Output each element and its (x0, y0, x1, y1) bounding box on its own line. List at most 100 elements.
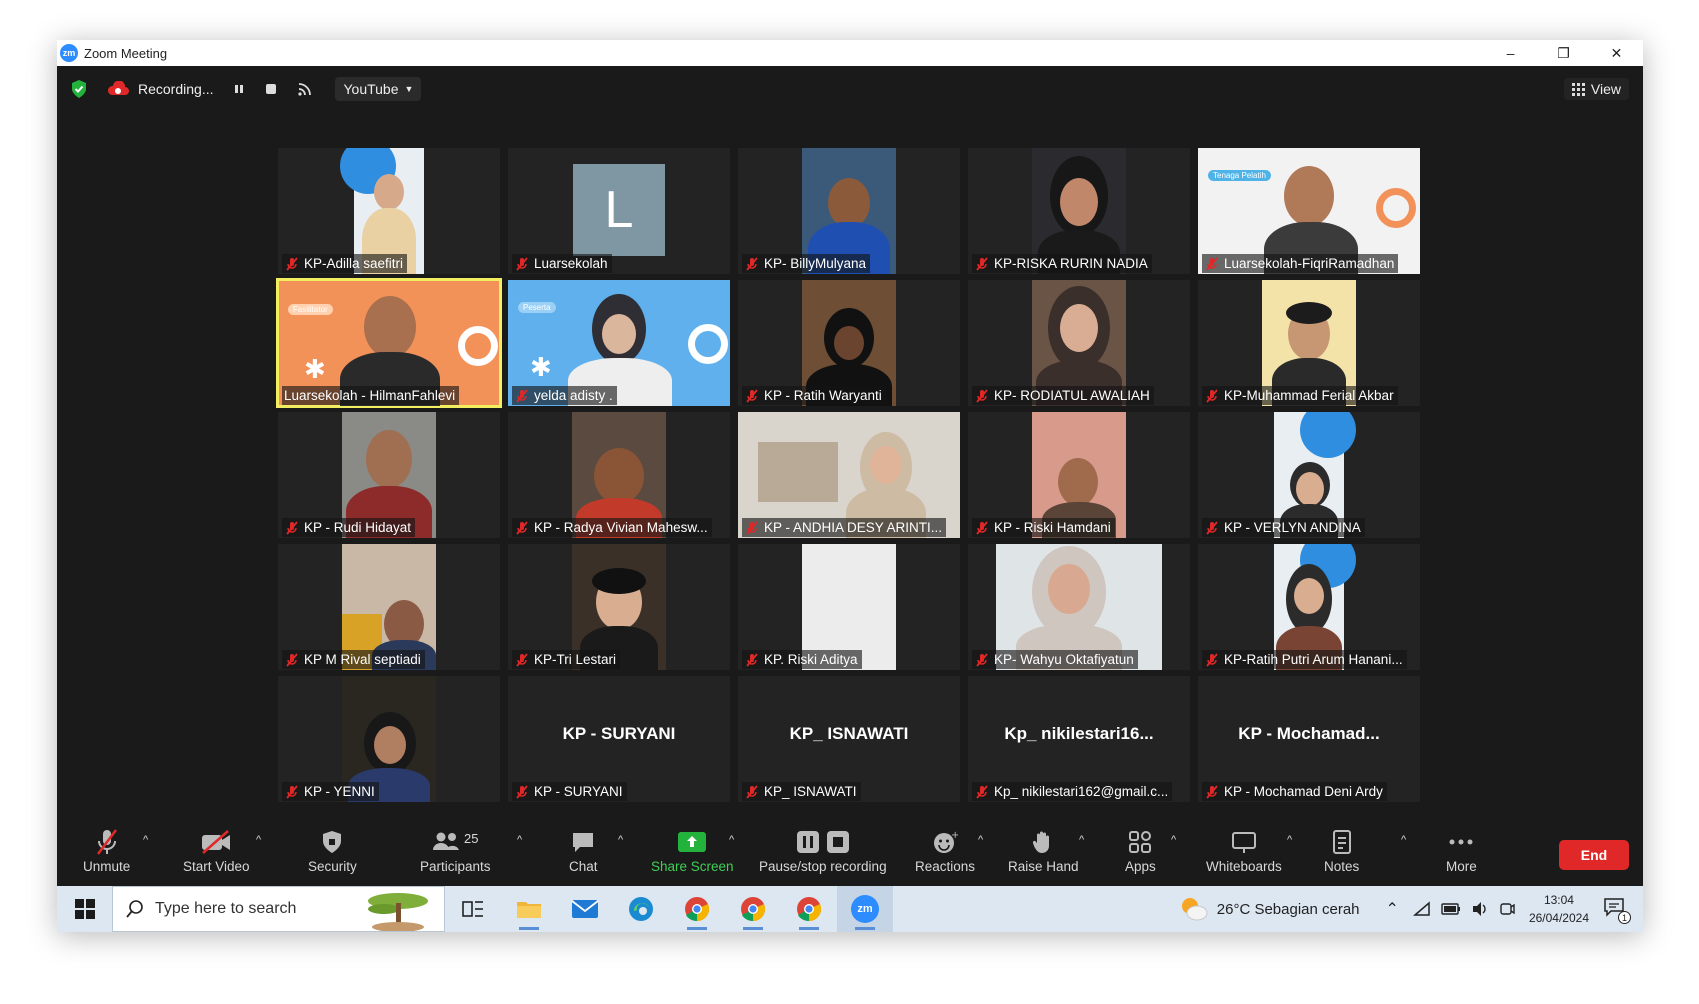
notes-button[interactable]: Notes (1324, 828, 1359, 874)
participant-name-label: yelda adisty . (512, 386, 617, 405)
participant-tile[interactable]: Kp_ nikilestari16... Kp_ nikilestari162@… (968, 676, 1190, 802)
video-options-caret[interactable]: ^ (256, 834, 261, 846)
participant-tile[interactable]: KP - YENNI (278, 676, 500, 802)
end-meeting-button[interactable]: End (1559, 840, 1629, 870)
view-button[interactable]: View (1563, 78, 1629, 100)
audio-options-caret[interactable]: ^ (143, 834, 148, 846)
zoom-taskbar-button[interactable]: zm (837, 886, 893, 932)
reactions-options-caret[interactable]: ^ (978, 834, 983, 846)
participants-options-caret[interactable]: ^ (517, 834, 522, 846)
restore-button[interactable]: ❐ (1537, 40, 1590, 66)
apps-options-caret[interactable]: ^ (1171, 834, 1176, 846)
reactions-button[interactable]: + Reactions (915, 828, 975, 874)
mail-button[interactable] (557, 886, 613, 932)
raise-hand-options-caret[interactable]: ^ (1079, 834, 1084, 846)
participant-tile[interactable]: KP - Mochamad... KP - Mochamad Deni Ardy (1198, 676, 1420, 802)
chrome-button-2[interactable] (725, 886, 781, 932)
participant-tile[interactable]: KP M Rival septiadi (278, 544, 500, 670)
close-button[interactable]: ✕ (1590, 40, 1643, 66)
minimize-button[interactable]: – (1484, 40, 1537, 66)
participant-tile[interactable]: KP-Muhammad Ferial Akbar (1198, 280, 1420, 406)
participant-name-label: KP- RODIATUL AWALIAH (972, 386, 1154, 405)
live-stream-button[interactable] (297, 81, 313, 97)
notes-options-caret[interactable]: ^ (1401, 834, 1406, 846)
participant-tile[interactable]: KP. Riski Aditya (738, 544, 960, 670)
security-button[interactable]: Security (308, 828, 357, 874)
windows-taskbar: Type here to search zm 26°C Sebagian cer… (57, 886, 1643, 932)
chrome-button-1[interactable] (669, 886, 725, 932)
participant-tile[interactable]: KP - SURYANI KP - SURYANI (508, 676, 730, 802)
pause-stop-recording-button[interactable]: Pause/stop recording (759, 828, 887, 874)
share-options-caret[interactable]: ^ (729, 834, 734, 846)
volume-icon[interactable] (1471, 901, 1489, 917)
participant-tile[interactable]: KP-Adilla saefitri (278, 148, 500, 274)
participant-display-name: KP - Mochamad... (1238, 724, 1380, 743)
taskbar-search-box[interactable]: Type here to search (112, 886, 445, 932)
start-video-button[interactable]: Start Video (183, 828, 250, 874)
participant-name-label: KP-Ratih Putri Arum Hanani... (1202, 650, 1407, 669)
recording-indicator[interactable]: Recording... (106, 81, 213, 97)
weather-text[interactable]: 26°C Sebagian cerah (1217, 901, 1360, 918)
participant-display-name: Kp_ nikilestari16... (1004, 724, 1154, 743)
participant-tile[interactable]: KP - VERLYN ANDINA (1198, 412, 1420, 538)
participant-tile[interactable]: KP - Riski Hamdani (968, 412, 1190, 538)
participant-tile[interactable]: KP - Radya Vivian Mahesw... (508, 412, 730, 538)
muted-mic-icon (1206, 388, 1218, 403)
chat-options-caret[interactable]: ^ (618, 834, 623, 846)
muted-mic-icon (1206, 784, 1218, 799)
notes-icon (1332, 830, 1351, 854)
participant-tile[interactable]: KP - ANDHIA DESY ARINTI... (738, 412, 960, 538)
pause-recording-button[interactable] (233, 83, 245, 95)
participant-tile[interactable]: KP-RISKA RURIN NADIA (968, 148, 1190, 274)
raise-hand-button[interactable]: Raise Hand (1008, 828, 1079, 874)
chrome-icon (741, 897, 766, 922)
muted-mic-icon (516, 256, 528, 271)
participant-name-label: Luarsekolah - HilmanFahlevi (282, 386, 460, 405)
participant-tile[interactable]: KP-Ratih Putri Arum Hanani... (1198, 544, 1420, 670)
edge-button[interactable] (613, 886, 669, 932)
share-screen-button[interactable]: Share Screen (651, 828, 734, 874)
participant-tile[interactable]: Tenaga Pelatih Luarsekolah-FiqriRamadhan (1198, 148, 1420, 274)
gallery-grid: KP-Adilla saefitri L Luarsekolah KP- Bil… (276, 148, 1420, 802)
notification-center-button[interactable]: 1 (1603, 896, 1631, 924)
participant-tile[interactable]: KP-Tri Lestari (508, 544, 730, 670)
participants-button[interactable]: 25 Participants (420, 828, 491, 875)
taskbar-clock[interactable]: 13:04 26/04/2024 (1529, 891, 1589, 927)
muted-mic-icon (516, 784, 528, 799)
unmute-button[interactable]: Unmute (83, 828, 130, 874)
muted-mic-icon (976, 520, 988, 535)
muted-mic-icon (286, 256, 298, 271)
chat-button[interactable]: Chat (569, 828, 598, 874)
chrome-button-3[interactable] (781, 886, 837, 932)
chevron-up-icon[interactable]: ⌃ (1386, 899, 1399, 919)
participants-count: 25 (464, 830, 479, 846)
participant-tile[interactable]: KP- Wahyu Oktafiyatun (968, 544, 1190, 670)
participant-tile[interactable]: KP - Ratih Waryanti (738, 280, 960, 406)
windows-logo-icon (74, 899, 95, 919)
participant-tile[interactable]: Peserta ✱ yelda adisty . (508, 280, 730, 406)
participant-tile-active-speaker[interactable]: Fasilitator ✱ Luarsekolah - HilmanFahlev… (276, 278, 502, 408)
more-button[interactable]: More (1446, 828, 1477, 874)
start-button[interactable] (57, 886, 112, 932)
whiteboards-options-caret[interactable]: ^ (1287, 834, 1292, 846)
participant-tile[interactable]: KP_ ISNAWATI KP_ ISNAWATI (738, 676, 960, 802)
task-view-button[interactable] (445, 886, 501, 932)
stop-recording-button[interactable] (265, 83, 277, 95)
participant-tile[interactable]: KP - Rudi Hidayat (278, 412, 500, 538)
stop-recording-icon (826, 831, 849, 853)
window-title: Zoom Meeting (84, 45, 168, 61)
file-explorer-button[interactable] (501, 886, 557, 932)
shield-icon[interactable] (70, 79, 88, 99)
wifi-icon[interactable] (1412, 901, 1431, 917)
participant-tile[interactable]: KP- RODIATUL AWALIAH (968, 280, 1190, 406)
muted-mic-icon (516, 520, 528, 535)
participant-name-label: KP - Rudi Hidayat (282, 518, 416, 537)
apps-button[interactable]: Apps (1125, 828, 1156, 874)
whiteboards-button[interactable]: Whiteboards (1206, 828, 1282, 874)
youtube-stream-dropdown[interactable]: YouTube ▼ (335, 77, 422, 101)
participant-tile[interactable]: KP- BillyMulyana (738, 148, 960, 274)
meet-now-icon[interactable] (1499, 901, 1515, 917)
battery-icon[interactable] (1441, 902, 1461, 916)
participant-tile[interactable]: L Luarsekolah (508, 148, 730, 274)
participant-display-name: KP - SURYANI (562, 724, 676, 743)
